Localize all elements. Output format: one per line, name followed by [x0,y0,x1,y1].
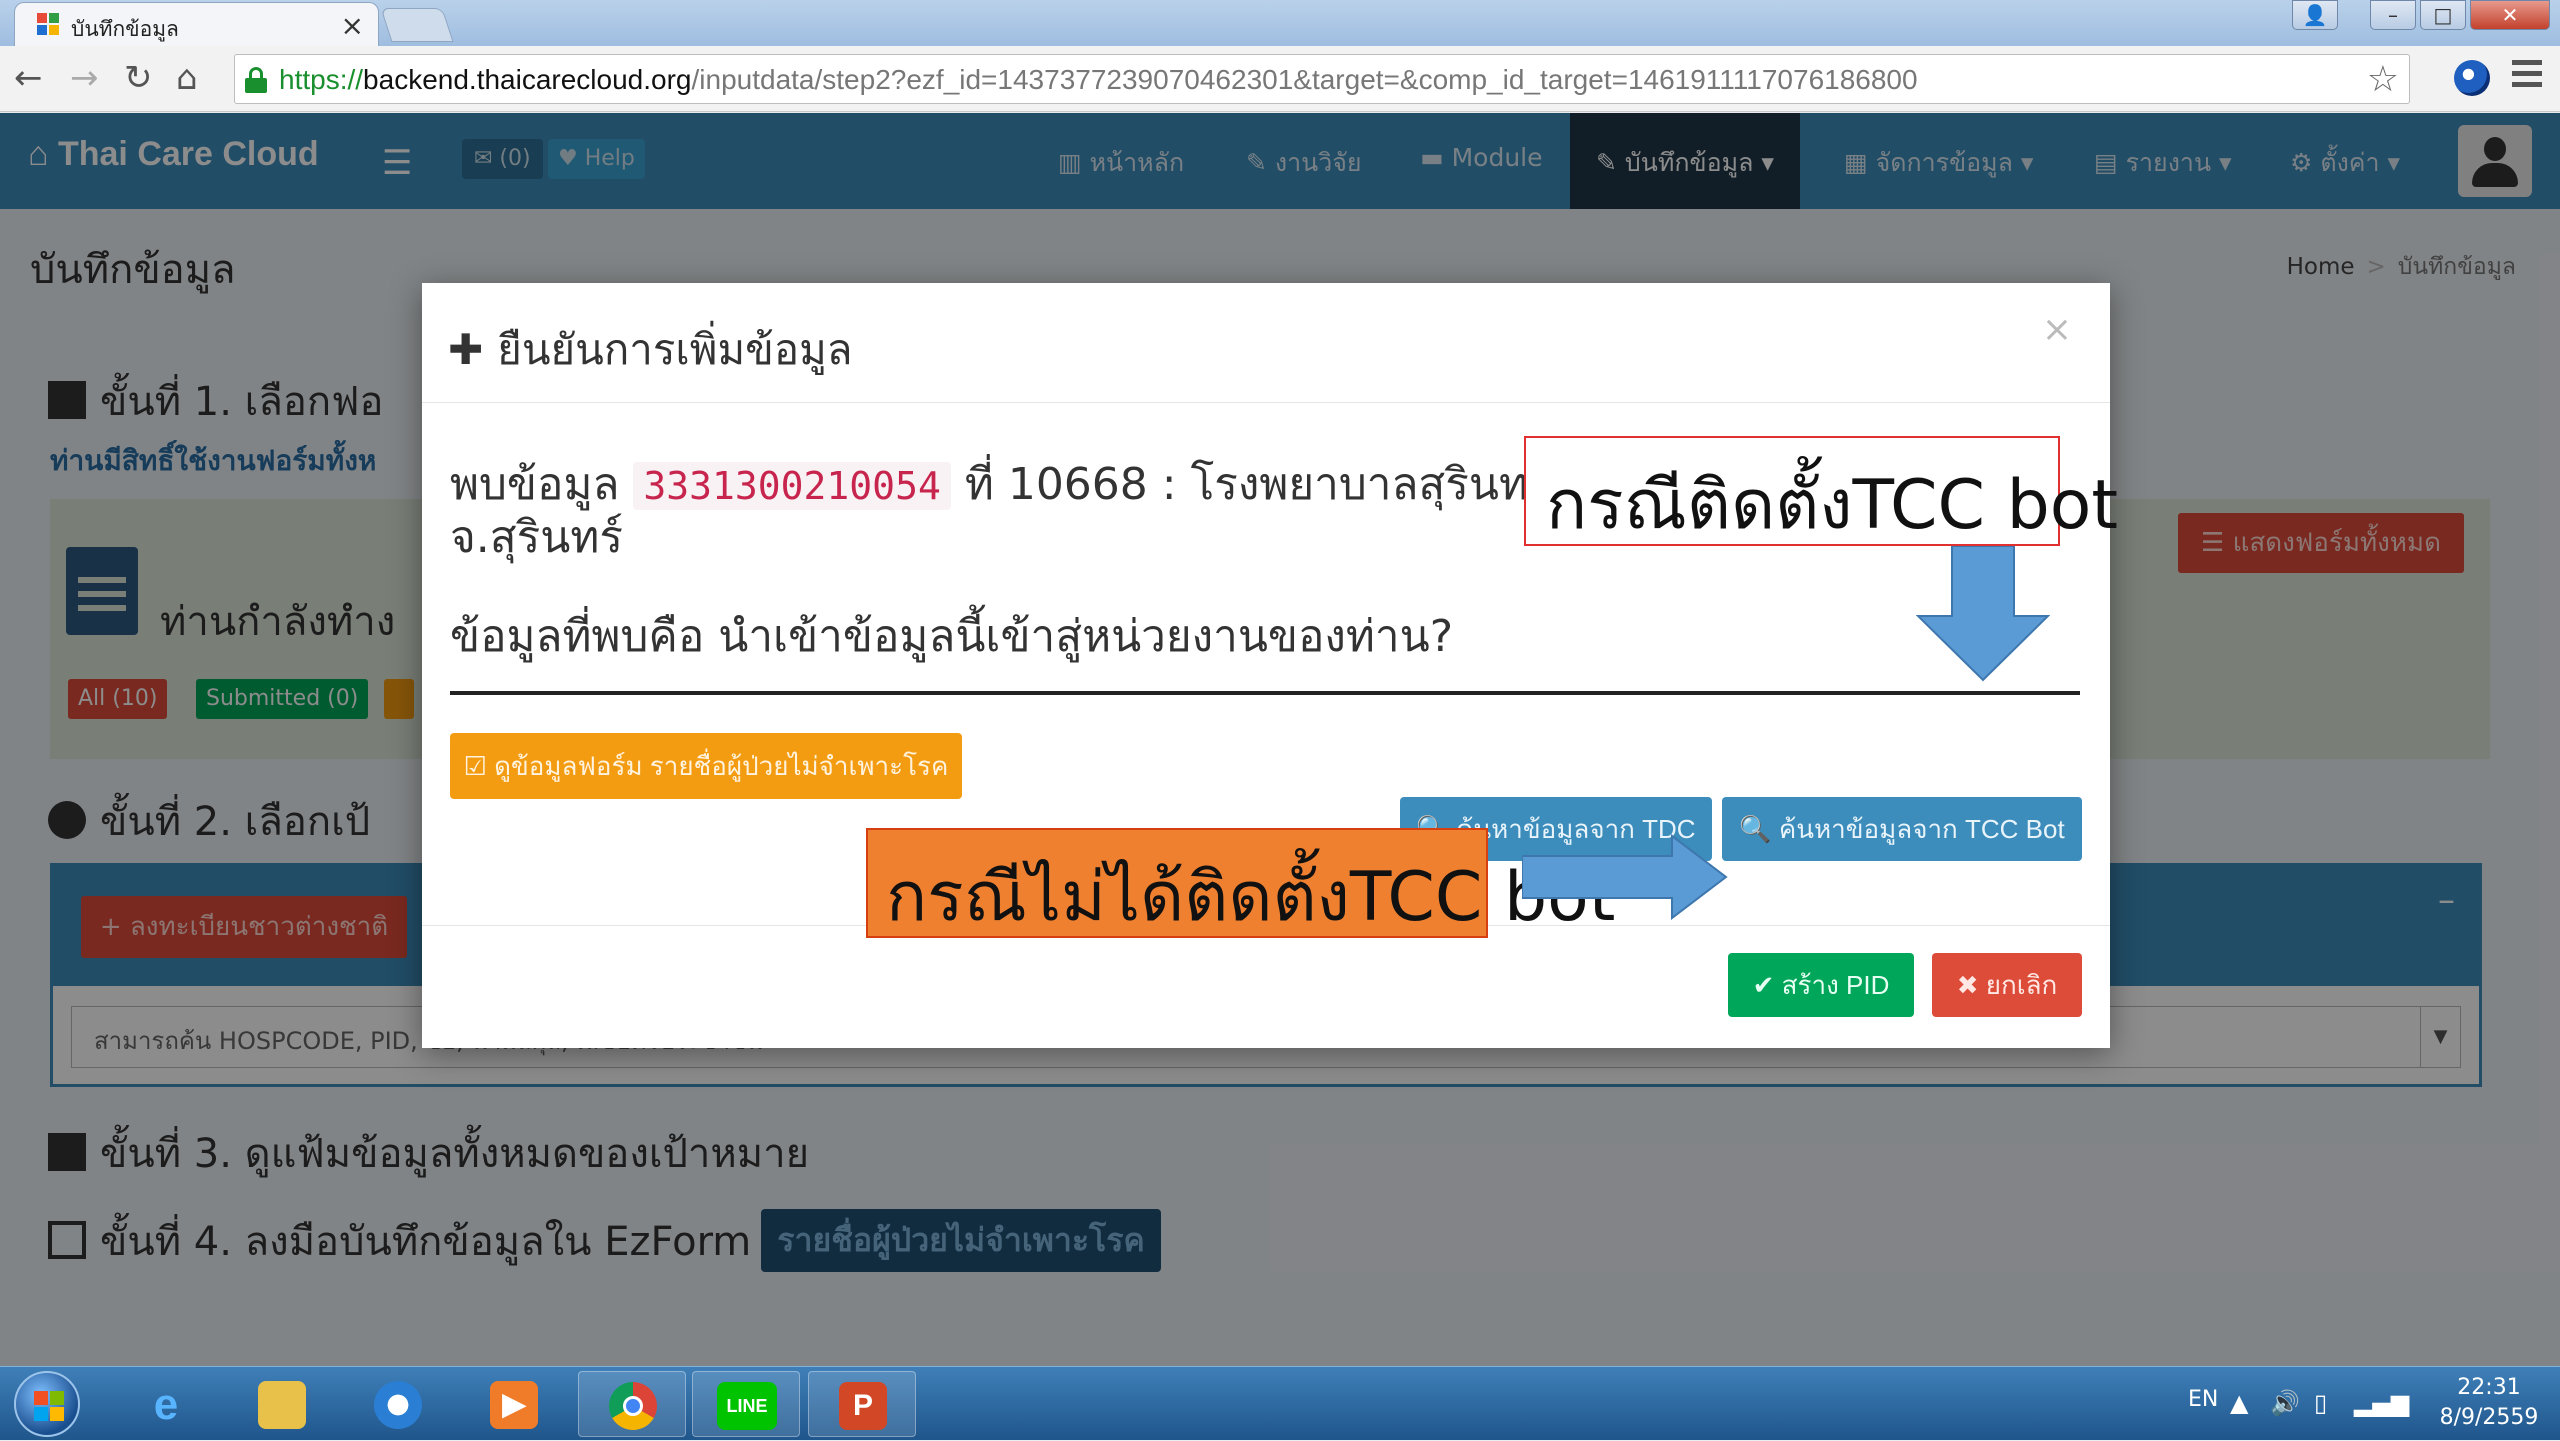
create-pid-button[interactable]: ✔ สร้าง PID [1728,953,1914,1017]
show-hidden-icons-icon[interactable]: ▲ [2230,1389,2248,1417]
maximize-button[interactable]: □ [2420,0,2466,30]
bookmark-star-icon[interactable]: ☆ [2367,59,2399,100]
battery-icon[interactable]: ▯ [2314,1389,2327,1417]
internet-explorer-icon[interactable]: e [116,1371,216,1437]
file-explorer-icon[interactable] [232,1371,332,1437]
reload-icon[interactable]: ↻ [124,58,153,98]
start-button-icon[interactable] [14,1371,80,1437]
down-arrow-icon [1916,546,2050,682]
messenger-icon[interactable] [348,1371,448,1437]
home-icon[interactable]: ⌂ [176,58,198,98]
system-clock[interactable]: 22:31 8/9/2559 [2434,1373,2544,1433]
plus-icon: ✚ [448,325,484,374]
line-icon[interactable]: LINE [692,1371,800,1437]
modal-header: ✚ ยืนยันการเพิ่มข้อมูล × [422,283,2110,403]
new-tab-button[interactable] [380,8,454,42]
modal-close-icon[interactable]: × [2042,309,2072,350]
modal-backdrop[interactable]: ✚ ยืนยันการเพิ่มข้อมูล × พบข้อมูล 3331300… [0,113,2560,1366]
address-bar[interactable]: https://backend.thaicarecloud.org/inputd… [234,54,2410,104]
taskbar: e ▶ LINE P EN ▲ 🔊 ▯ ▂▄▆ 22:31 8/9/2559 [0,1366,2560,1440]
browser-menu-icon[interactable] [2512,60,2542,93]
lock-icon [245,67,267,93]
browser-toolbar: ← → ↻ ⌂ https://backend.thaicarecloud.or… [0,46,2560,112]
url-text[interactable]: https://backend.thaicarecloud.org/inputd… [279,64,1918,96]
profile-icon[interactable]: 👤 [2292,0,2338,30]
browser-tab[interactable]: บันทึกข้อมูล × [14,2,379,46]
powerpoint-icon[interactable]: P [808,1371,916,1437]
divider [450,691,2080,695]
media-player-icon[interactable]: ▶ [464,1371,564,1437]
tab-favicon-icon [37,13,61,37]
right-arrow-icon [1522,834,1728,920]
callout-with-bot: กรณีติดตั้งTCC bot [1524,436,2118,546]
language-indicator[interactable]: EN [2188,1387,2218,1412]
import-question: ข้อมูลที่พบคือ นำเข้าข้อมูลนี้เข้าสู่หน่… [450,611,1454,662]
extension-icon[interactable] [2454,60,2490,96]
close-window-button[interactable]: ✕ [2470,0,2550,30]
chrome-icon[interactable] [578,1371,686,1437]
tab-title: บันทึกข้อมูล [71,17,179,41]
browser-title-bar: บันทึกข้อมูล × 👤 – □ ✕ [0,0,2560,46]
view-form-button[interactable]: ☑ ดูข้อมูลฟอร์ม รายชื่อผู้ป่วยไม่จำเพาะโ… [450,733,962,799]
minimize-button[interactable]: – [2370,0,2416,30]
pid-code: 3331300210054 [633,462,951,510]
modal-title: ✚ ยืนยันการเพิ่มข้อมูล [448,325,853,374]
callout-without-bot: กรณีไม่ได้ติดตั้งTCC bot [866,828,1615,938]
network-icon[interactable]: ▂▄▆ [2354,1389,2409,1417]
forward-arrow-icon[interactable]: → [70,58,99,98]
tab-close-icon[interactable]: × [341,9,364,42]
volume-icon[interactable]: 🔊 [2270,1389,2300,1417]
back-arrow-icon[interactable]: ← [14,58,43,98]
search-tcc-bot-button[interactable]: 🔍 ค้นหาข้อมูลจาก TCC Bot [1722,797,2082,861]
cancel-button[interactable]: ✖ ยกเลิก [1932,953,2082,1017]
